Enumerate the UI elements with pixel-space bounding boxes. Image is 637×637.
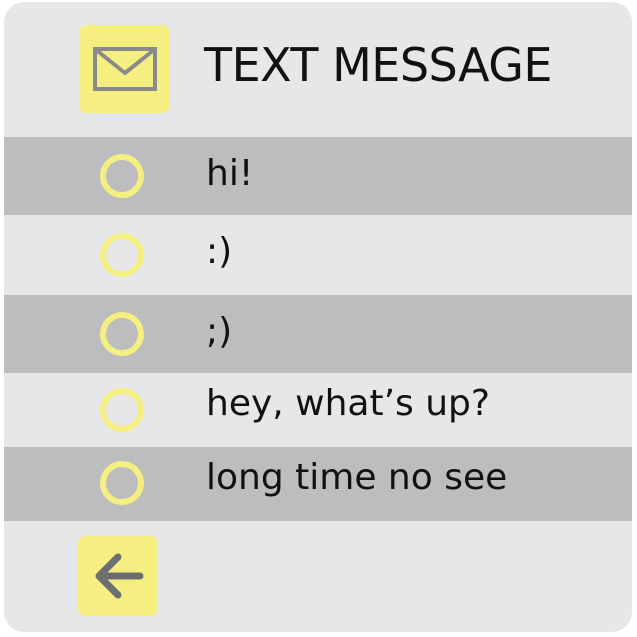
radio-button[interactable] — [100, 461, 144, 505]
message-text: hi! — [206, 153, 254, 194]
radio-button[interactable] — [100, 312, 144, 356]
message-text: ;) — [206, 311, 233, 352]
page-title: TEXT MESSAGE — [204, 38, 552, 92]
message-row[interactable]: hey, what’s up? — [4, 373, 632, 447]
message-text: long time no see — [206, 457, 508, 498]
radio-button[interactable] — [100, 388, 144, 432]
message-screen: TEXT MESSAGE hi! :) ;) hey, what’s up? l… — [4, 2, 632, 632]
back-button[interactable] — [78, 536, 158, 616]
radio-button[interactable] — [100, 154, 144, 198]
radio-button[interactable] — [100, 233, 144, 277]
arrow-left-icon — [95, 553, 144, 599]
message-text: hey, what’s up? — [206, 383, 491, 424]
envelope-icon — [92, 47, 157, 91]
header: TEXT MESSAGE — [4, 2, 632, 137]
message-row[interactable]: :) — [4, 215, 632, 295]
message-row[interactable]: hi! — [4, 137, 632, 215]
message-row[interactable]: long time no see — [4, 447, 632, 521]
message-row[interactable]: ;) — [4, 295, 632, 373]
mail-button[interactable] — [79, 25, 170, 113]
message-text: :) — [206, 231, 233, 272]
